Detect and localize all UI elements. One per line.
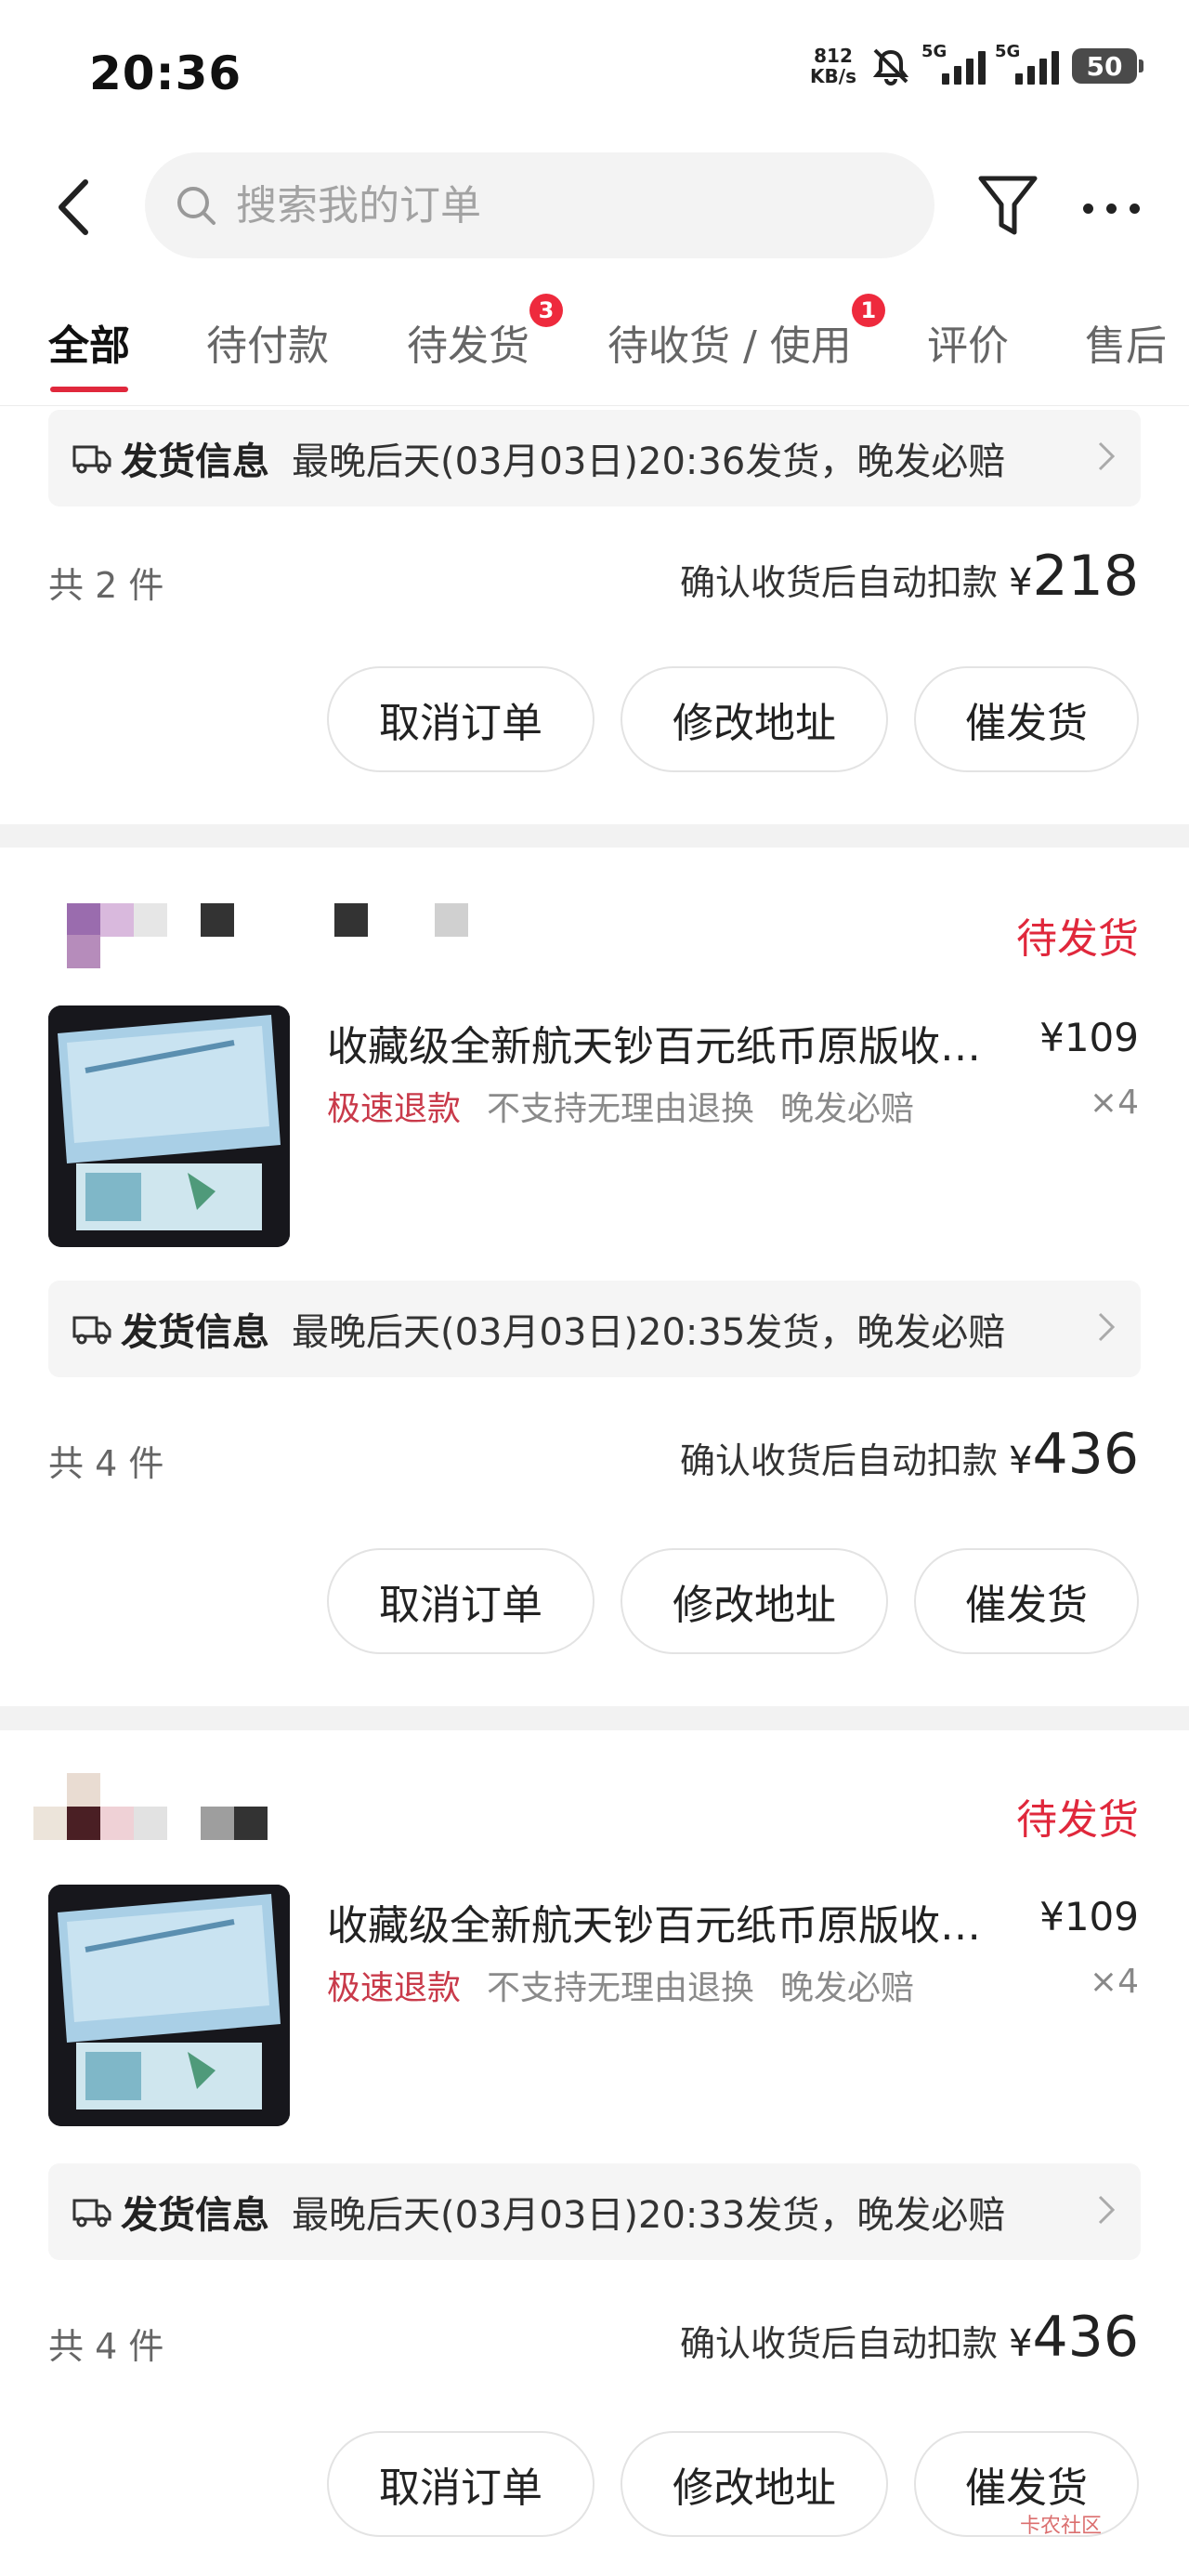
truck-icon [72,1316,111,1345]
filter-icon[interactable] [977,173,1039,240]
tab-pending-receipt[interactable]: 待收货 / 使用 1 [608,294,885,372]
order-total: 确认收货后自动扣款 ¥ 436 [680,1422,1139,1487]
status-icons: 812 KB/s 5G 5G 50 [810,42,1143,87]
product-thumbnail[interactable] [48,1005,290,1247]
more-options-icon[interactable] [1083,190,1150,227]
item-count: 共 4 件 [48,1443,164,1484]
order-status: 待发货 [1016,915,1139,963]
cancel-order-button[interactable]: 取消订单 [327,666,594,772]
watermark: 卡农社区 [1020,2515,1103,2538]
order-card: 发货信息 最晚后天(03月03日)20:36发货，晚发必赔 共 2 件 确认收货… [0,406,1189,824]
tab-all[interactable]: 全部 [48,312,130,392]
order-total: 确认收货后自动扣款 ¥ 218 [680,544,1139,609]
tab-pending-shipment[interactable]: 待发货 3 [407,294,563,372]
banknote-image [48,1885,290,2126]
order-card: 待发货 收藏级全新航天钞百元纸币原版收… ¥109 极速退款 不支持无理由退换 … [0,848,1189,1706]
change-address-button[interactable]: 修改地址 [621,666,888,772]
order-total: 确认收货后自动扣款 ¥ 436 [680,2305,1139,2370]
search-input[interactable] [234,180,888,230]
shop-name-blurred [33,903,479,968]
truck-icon [72,445,111,474]
product-title[interactable]: 收藏级全新航天钞百元纸币原版收… [327,1013,1014,1072]
shipping-info-row[interactable]: 发货信息 最晚后天(03月03日)20:36发货，晚发必赔 [48,410,1141,506]
cancel-order-button[interactable]: 取消订单 [327,2431,594,2537]
network-speed: 812 KB/s [810,45,856,87]
product-thumbnail[interactable] [48,1885,290,2126]
urge-shipment-button[interactable]: 催发货 [914,666,1139,772]
product-price: ¥109 [1039,1015,1139,1060]
tab-review[interactable]: 评价 [927,312,1009,372]
service-tags: 极速退款 不支持无理由退换 晚发必赔 [327,1082,914,1130]
item-count: 共 4 件 [48,2326,164,2367]
order-status: 待发货 [1016,1796,1139,1844]
chevron-right-icon [1098,1312,1116,1342]
order-tabs: 全部 待付款 待发货 3 待收货 / 使用 1 评价 售后 [0,266,1189,406]
truck-icon [72,2199,111,2228]
shipping-info-row[interactable]: 发货信息 最晚后天(03月03日)20:33发货，晚发必赔 [48,2163,1141,2260]
status-bar: 20:36 812 KB/s 5G 5G 50 [0,0,1189,149]
search-icon [177,187,216,225]
count-badge: 3 [529,294,563,327]
chevron-right-icon [1098,2195,1116,2225]
tab-pending-payment[interactable]: 待付款 [206,312,329,372]
banknote-image [48,1005,290,1247]
product-title[interactable]: 收藏级全新航天钞百元纸币原版收… [327,1892,1014,1952]
battery-icon: 50 [1072,48,1143,84]
search-header [0,149,1189,266]
product-price: ¥109 [1039,1894,1139,1939]
clock: 20:36 [89,46,242,100]
bell-muted-icon [872,48,909,85]
tag-no-return: 不支持无理由退换 [487,1969,755,2007]
tag-late-compensation: 晚发必赔 [780,1090,915,1128]
chevron-right-icon [1098,441,1116,471]
urge-shipment-button[interactable]: 催发货 [914,1548,1139,1654]
product-quantity: ×4 [1089,1084,1139,1122]
tag-fast-refund: 极速退款 [327,1969,462,2007]
shop-name-blurred [33,1773,479,1840]
cancel-order-button[interactable]: 取消订单 [327,1548,594,1654]
active-tab-indicator [50,387,128,392]
change-address-button[interactable]: 修改地址 [621,1548,888,1654]
product-quantity: ×4 [1089,1963,1139,2001]
change-address-button[interactable]: 修改地址 [621,2431,888,2537]
signal-5g-icon-1: 5G [921,42,986,85]
order-card: 待发货 收藏级全新航天钞百元纸币原版收… ¥109 极速退款 不支持无理由退换 … [0,1730,1189,2576]
item-count: 共 2 件 [48,565,164,606]
tab-after-sales[interactable]: 售后 [1085,312,1167,372]
signal-5g-icon-2: 5G [995,42,1059,85]
tag-late-compensation: 晚发必赔 [780,1969,915,2007]
tag-fast-refund: 极速退款 [327,1090,462,1128]
shipping-info-row[interactable]: 发货信息 最晚后天(03月03日)20:35发货，晚发必赔 [48,1281,1141,1377]
service-tags: 极速退款 不支持无理由退换 晚发必赔 [327,1961,914,2009]
search-box[interactable] [145,152,934,258]
count-badge: 1 [851,294,885,327]
back-arrow-icon[interactable] [48,175,104,240]
tag-no-return: 不支持无理由退换 [487,1090,755,1128]
